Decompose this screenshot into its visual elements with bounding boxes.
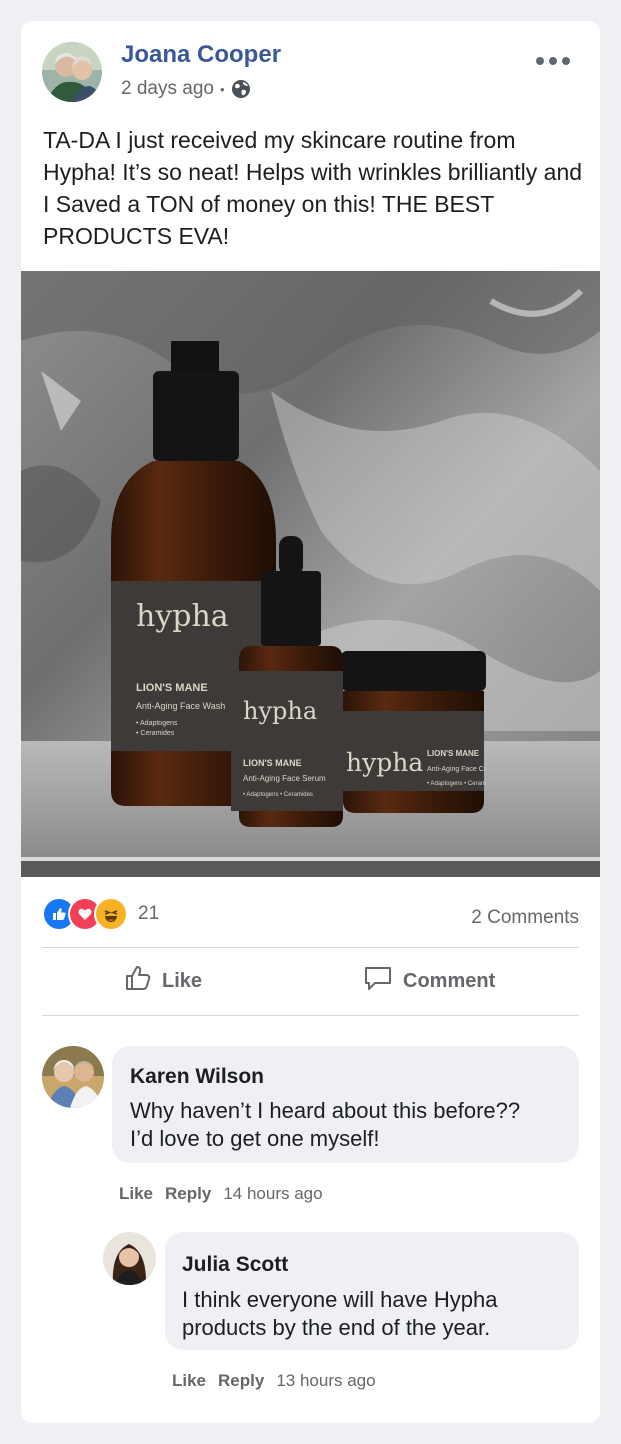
haha-icon	[94, 897, 128, 931]
comment-bubble: Julia Scott I think everyone will have H…	[165, 1232, 579, 1350]
comment-time: 14 hours ago	[223, 1184, 323, 1203]
comment-actions: Like Reply 14 hours ago	[119, 1184, 323, 1204]
jar-brand: hypha	[346, 748, 423, 777]
author-name[interactable]: Joana Cooper	[121, 41, 281, 69]
post-time[interactable]: 2 days ago	[121, 78, 214, 100]
comment-like-button[interactable]: Like	[119, 1184, 153, 1204]
commenter-avatar[interactable]	[103, 1232, 156, 1285]
thumbs-up-icon	[124, 964, 152, 998]
big-bottle-line1: LION'S MANE	[136, 682, 208, 694]
small-bottle-b1: • Adaptogens • Ceramides	[243, 792, 313, 798]
jar-line1: LION'S MANE	[427, 749, 480, 758]
comment-text-line: I think everyone will have Hypha	[182, 1287, 498, 1312]
jar-b1: • Adaptogens • Ceram	[427, 781, 486, 787]
divider	[42, 1015, 579, 1016]
comment-text-line: I’d love to get one myself!	[130, 1126, 380, 1151]
big-bottle-b2: • Ceramides	[136, 730, 175, 737]
small-bottle-brand: hypha	[243, 697, 317, 725]
comment-reply-button[interactable]: Reply	[165, 1184, 211, 1204]
post-image[interactable]: hypha LION'S MANE Anti-Aging Face Wash •…	[21, 271, 600, 877]
comment-text-line: Why haven’t I heard about this before??	[130, 1098, 521, 1123]
comment-text-line: products by the end of the year.	[182, 1315, 491, 1340]
small-bottle-line1: LION'S MANE	[243, 758, 302, 768]
big-bottle-brand: hypha	[136, 599, 229, 634]
comments-count[interactable]: 2 Comments	[471, 907, 579, 929]
speech-bubble-icon	[363, 964, 393, 998]
post-text: TA-DA I just received my skincare routin…	[43, 127, 583, 249]
reaction-count: 21	[138, 903, 160, 924]
jar-line2: Anti-Aging Face Cr	[427, 766, 487, 773]
big-bottle-b1: • Adaptogens	[136, 720, 178, 727]
meta-separator: •	[219, 81, 225, 97]
globe-icon	[231, 79, 251, 99]
commenter-avatar[interactable]	[42, 1046, 104, 1108]
like-label: Like	[162, 969, 203, 992]
post-card: Joana Cooper 2 days ago • TA-DA I just r…	[21, 21, 600, 1423]
big-bottle-line2: Anti-Aging Face Wash	[136, 701, 225, 711]
author-avatar[interactable]	[42, 42, 102, 102]
post-meta: 2 days ago •	[121, 78, 251, 100]
more-options-icon[interactable]	[536, 57, 570, 65]
comment-time: 13 hours ago	[276, 1371, 376, 1390]
comment-button[interactable]: Comment	[363, 961, 495, 1001]
like-button[interactable]: Like	[124, 961, 202, 1001]
commenter-name[interactable]: Julia Scott	[182, 1253, 288, 1277]
comment-like-button[interactable]: Like	[172, 1371, 206, 1391]
comment-actions: Like Reply 13 hours ago	[172, 1371, 376, 1391]
reaction-summary[interactable]: 21	[42, 897, 159, 931]
comment-label: Comment	[403, 969, 496, 992]
divider	[42, 947, 579, 948]
comment-reply-button[interactable]: Reply	[218, 1371, 264, 1391]
comment-bubble: Karen Wilson Why haven’t I heard about t…	[112, 1046, 579, 1163]
commenter-name[interactable]: Karen Wilson	[130, 1065, 264, 1089]
small-bottle-line2: Anti-Aging Face Serum	[243, 774, 326, 783]
